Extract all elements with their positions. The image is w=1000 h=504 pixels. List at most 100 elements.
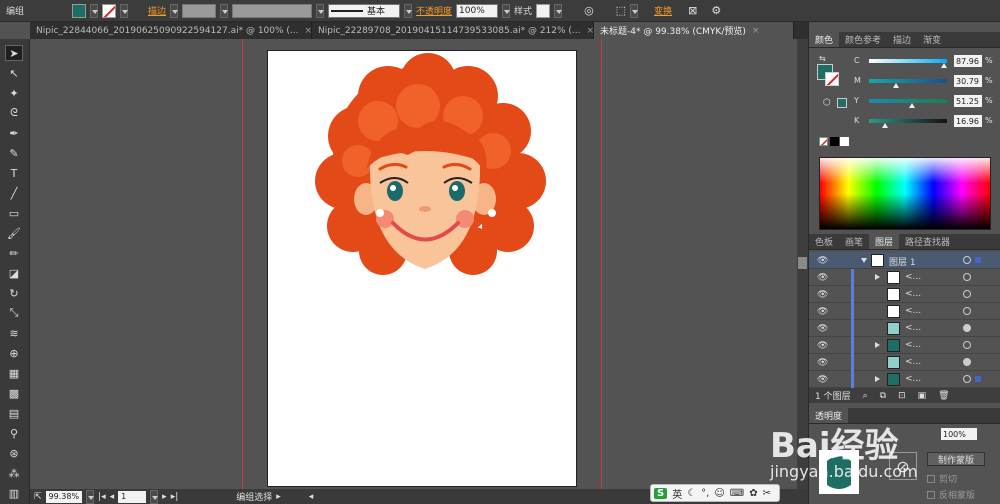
delete-layer-icon[interactable]: 🗑 <box>938 391 949 401</box>
eye-icon[interactable]: 👁 <box>817 375 828 385</box>
invert-checkbox-row[interactable]: 反相蒙版 <box>927 488 975 501</box>
eye-icon[interactable]: 👁 <box>817 307 828 317</box>
variable-width-select[interactable] <box>232 3 313 18</box>
target-icon[interactable] <box>963 375 971 383</box>
gamut-color-swatch[interactable] <box>837 98 847 108</box>
expand-arrow-icon[interactable] <box>875 376 880 382</box>
tab-color[interactable]: 颜色 <box>809 32 840 47</box>
first-artboard-icon[interactable]: |◂ <box>98 492 106 502</box>
artboard-number-dropdown[interactable] <box>150 489 159 504</box>
align-dropdown[interactable] <box>630 3 639 18</box>
moon-icon[interactable]: ☾ <box>687 488 696 499</box>
tab-pathfinder[interactable]: 路径查找器 <box>899 234 956 249</box>
tab-document-2[interactable]: Nipic_22289708_20190415114739533085.ai* … <box>312 22 594 39</box>
horizontal-scroll-left-icon[interactable]: ◂ <box>309 492 314 502</box>
align-icon[interactable]: ⬚ <box>616 4 626 17</box>
new-sublayer-icon[interactable]: ⊡ <box>898 391 906 401</box>
eye-icon[interactable]: 👁 <box>817 256 828 266</box>
symbol-sprayer-tool-icon[interactable]: ⁂ <box>5 465 23 481</box>
artboard-nav-icon[interactable]: ⇱ <box>34 492 42 502</box>
swap-colors-icon[interactable]: ⇆ <box>819 54 826 63</box>
channel-y-value[interactable]: 51.25 <box>954 95 982 107</box>
canvas-area[interactable] <box>30 39 808 489</box>
warp-tool-icon[interactable]: ≋ <box>5 325 23 341</box>
tools-icon[interactable]: ✂ <box>763 488 771 499</box>
stroke-dropdown[interactable] <box>120 3 129 18</box>
target-icon[interactable] <box>963 324 971 332</box>
stroke-weight-stepper[interactable] <box>170 3 179 18</box>
eye-icon[interactable]: 👁 <box>817 341 828 351</box>
tab-gradient[interactable]: 渐变 <box>917 32 947 47</box>
blend-tool-icon[interactable]: ⊛ <box>5 445 23 461</box>
expand-arrow-icon[interactable] <box>875 274 880 280</box>
recolor-icon[interactable]: ◎ <box>584 4 594 17</box>
tab-document-1[interactable]: Nipic_22844066_20190625090922594127.ai* … <box>30 22 312 39</box>
channel-y-slider[interactable] <box>869 99 947 108</box>
channel-c-knob[interactable] <box>941 63 947 68</box>
expand-arrow-icon[interactable] <box>875 342 880 348</box>
tab-stroke[interactable]: 描边 <box>887 32 917 47</box>
eye-icon[interactable]: 👁 <box>817 273 828 283</box>
column-graph-tool-icon[interactable]: ▥ <box>5 485 23 501</box>
status-text[interactable]: 编组选择 <box>236 490 272 503</box>
status-menu-icon[interactable]: ▸ <box>276 492 281 502</box>
stroke-color-box[interactable] <box>825 72 839 86</box>
line-tool-icon[interactable]: ╱ <box>5 185 23 201</box>
fill-swatch[interactable] <box>72 3 87 18</box>
sublayer-name[interactable]: <... <box>905 374 921 384</box>
target-icon[interactable] <box>963 256 971 264</box>
sogou-logo-icon[interactable]: S <box>654 487 668 499</box>
zoom-field[interactable]: 99.38% <box>45 490 83 503</box>
transform-link[interactable]: 变换 <box>654 4 672 17</box>
lasso-tool-icon[interactable]: ᘓ <box>5 105 23 121</box>
direct-selection-tool-icon[interactable]: ↖ <box>5 65 23 81</box>
sublayer-name[interactable]: <... <box>905 272 921 282</box>
sublayer-name[interactable]: <... <box>905 289 921 299</box>
sublayer-row[interactable]: 👁 <... <box>809 286 1000 303</box>
layer-name[interactable]: 图层 1 <box>889 255 916 268</box>
tab-layers[interactable]: 图层 <box>869 234 900 249</box>
rectangle-tool-icon[interactable]: ▭ <box>5 205 23 221</box>
next-artboard-icon[interactable]: ▸ <box>162 492 167 502</box>
sublayer-row[interactable]: 👁 <... <box>809 371 1000 388</box>
ime-language-label[interactable]: 英 <box>672 486 682 501</box>
target-icon[interactable] <box>963 307 971 315</box>
isolate-icon[interactable]: ⊠ <box>688 4 697 17</box>
invert-checkbox[interactable] <box>927 490 935 499</box>
brush-style-select[interactable]: 基本 <box>328 3 401 18</box>
eye-icon[interactable]: 👁 <box>817 358 828 368</box>
white-color-swatch[interactable] <box>840 137 849 146</box>
channel-m-knob[interactable] <box>893 83 899 88</box>
selection-indicator[interactable] <box>975 376 981 382</box>
opacity-dropdown[interactable] <box>502 3 511 18</box>
make-mask-button[interactable]: 制作蒙版 <box>927 452 985 466</box>
tab-brushes[interactable]: 画笔 <box>839 234 869 249</box>
pencil-tool-icon[interactable]: ✏ <box>5 245 23 261</box>
make-clipping-mask-icon[interactable]: ⧉ <box>880 391 886 401</box>
collapse-arrow-icon[interactable] <box>861 258 867 263</box>
opacity-field[interactable]: 100% <box>456 3 499 18</box>
fill-dropdown[interactable] <box>90 3 99 18</box>
mesh-tool-icon[interactable]: ▩ <box>5 385 23 401</box>
locate-object-icon[interactable]: ⌕ <box>863 391 868 401</box>
target-icon[interactable] <box>963 290 971 298</box>
channel-k-knob[interactable] <box>882 123 888 128</box>
tab-color-guide[interactable]: 颜色参考 <box>839 32 887 47</box>
zoom-dropdown[interactable] <box>86 489 95 504</box>
eye-icon[interactable]: 👁 <box>817 290 828 300</box>
type-tool-icon[interactable]: T <box>5 165 23 181</box>
paintbrush-tool-icon[interactable]: 🖌 <box>5 225 23 241</box>
sublayer-row[interactable]: 👁 <... <box>809 337 1000 354</box>
clip-checkbox[interactable] <box>927 474 935 483</box>
sublayer-row[interactable]: 👁 <... <box>809 354 1000 371</box>
eyedropper-tool-icon[interactable]: ⚲ <box>5 425 23 441</box>
sublayer-row[interactable]: 👁 <... <box>809 269 1000 286</box>
girl-face-illustration[interactable] <box>268 51 578 488</box>
graphic-style-dropdown[interactable] <box>554 3 563 18</box>
target-icon[interactable] <box>963 273 971 281</box>
opacity-label[interactable]: 不透明度 <box>416 4 452 17</box>
channel-c-slider[interactable] <box>869 59 947 68</box>
clip-checkbox-row[interactable]: 剪切 <box>927 472 957 485</box>
artboard[interactable] <box>267 50 577 487</box>
transparency-opacity-field[interactable]: 100% <box>941 428 977 440</box>
